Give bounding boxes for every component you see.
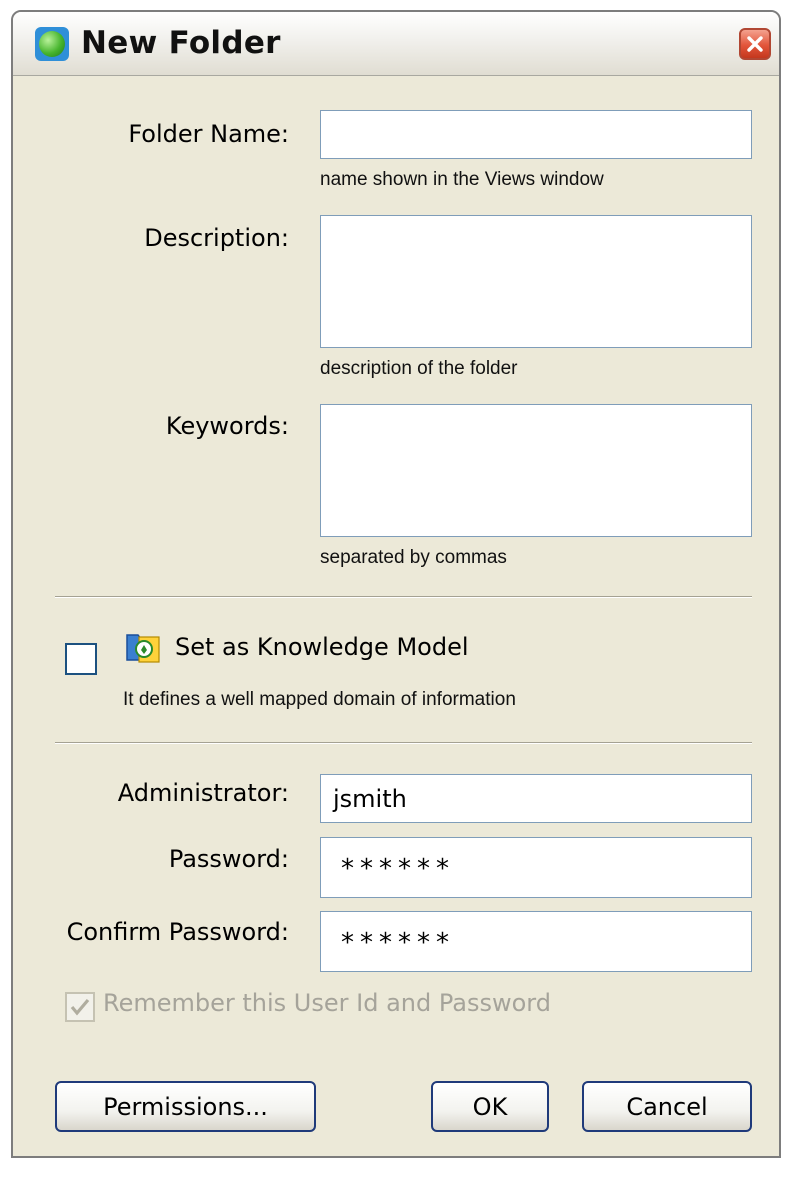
description-textarea[interactable] (320, 215, 752, 348)
section-divider-top (55, 596, 752, 598)
administrator-input[interactable]: jsmith (320, 774, 752, 823)
close-button[interactable] (739, 28, 771, 60)
confirm-password-input[interactable]: ****** (320, 911, 752, 972)
folder-name-hint: name shown in the Views window (320, 169, 604, 190)
permissions-button[interactable]: Permissions... (55, 1081, 316, 1132)
knowledge-model-label: Set as Knowledge Model (175, 633, 469, 661)
checkmark-icon (70, 998, 90, 1016)
confirm-password-label: Confirm Password: (66, 918, 289, 946)
remember-checkbox[interactable] (65, 992, 95, 1022)
folder-name-label: Folder Name: (128, 120, 289, 148)
keywords-hint: separated by commas (320, 547, 507, 568)
ok-button[interactable]: OK (431, 1081, 549, 1132)
title-bar[interactable]: New Folder (13, 12, 779, 76)
knowledge-model-description: It defines a well mapped domain of infor… (123, 689, 516, 710)
description-label: Description: (144, 224, 289, 252)
window-title: New Folder (81, 25, 281, 61)
folder-name-input[interactable] (320, 110, 752, 159)
administrator-label: Administrator: (117, 779, 289, 807)
close-icon (747, 36, 763, 52)
password-label: Password: (168, 845, 289, 873)
cancel-button[interactable]: Cancel (582, 1081, 752, 1132)
app-globe-icon (35, 27, 69, 61)
keywords-textarea[interactable] (320, 404, 752, 537)
remember-label: Remember this User Id and Password (103, 989, 551, 1017)
knowledge-model-checkbox[interactable] (65, 643, 97, 675)
new-folder-dialog: New Folder Folder Name: name shown in th… (11, 10, 781, 1158)
password-input[interactable]: ****** (320, 837, 752, 898)
description-hint: description of the folder (320, 358, 518, 379)
knowledge-model-icon (123, 627, 163, 665)
section-divider-bottom (55, 742, 752, 744)
keywords-label: Keywords: (165, 412, 289, 440)
